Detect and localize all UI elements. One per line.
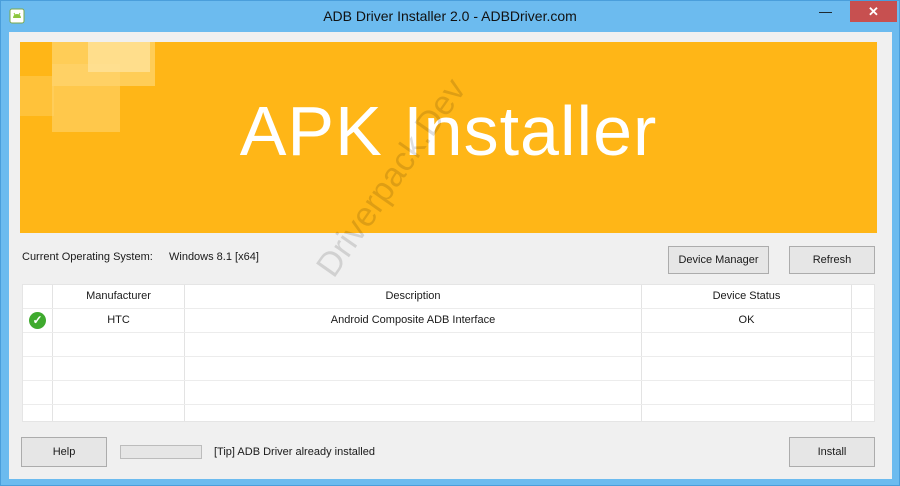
empty-cell [185, 405, 642, 421]
tip-text: [Tip] ADB Driver already installed [214, 446, 375, 458]
refresh-button[interactable]: Refresh [789, 246, 875, 274]
status-cell: ✓ [23, 309, 53, 332]
empty-cell [53, 405, 185, 421]
empty-cell [23, 357, 53, 380]
column-header-description[interactable]: Description [185, 285, 642, 308]
banner: APK Installer [20, 42, 877, 233]
empty-cell [23, 333, 53, 356]
progress-bar [120, 445, 202, 459]
empty-cell [185, 333, 642, 356]
column-header-manufacturer[interactable]: Manufacturer [53, 285, 185, 308]
check-icon: ✓ [29, 312, 46, 329]
empty-row [23, 357, 874, 381]
empty-cell [185, 357, 642, 380]
description-cell: Android Composite ADB Interface [185, 309, 642, 332]
device-table[interactable]: Manufacturer Description Device Status ✓… [22, 284, 875, 422]
os-value: Windows 8.1 [x64] [169, 251, 259, 263]
column-header-device-status[interactable]: Device Status [642, 285, 852, 308]
empty-cell [642, 405, 852, 421]
column-header-extra[interactable] [852, 285, 874, 308]
banner-decoration [88, 42, 150, 72]
table-row[interactable]: ✓ HTC Android Composite ADB Interface OK [23, 309, 874, 333]
empty-cell [23, 381, 53, 404]
device-manager-button[interactable]: Device Manager [668, 246, 769, 274]
empty-cell [852, 405, 874, 421]
device-status-cell: OK [642, 309, 852, 332]
empty-row [23, 405, 874, 421]
app-window: ADB Driver Installer 2.0 - ADBDriver.com… [0, 0, 900, 486]
empty-cell [642, 333, 852, 356]
empty-cell [852, 333, 874, 356]
close-icon: ✕ [868, 4, 879, 19]
extra-cell [852, 309, 874, 332]
os-label: Current Operating System: [22, 251, 153, 263]
help-button[interactable]: Help [21, 437, 107, 467]
table-header: Manufacturer Description Device Status [23, 285, 874, 309]
empty-cell [852, 381, 874, 404]
empty-row [23, 381, 874, 405]
empty-cell [53, 357, 185, 380]
empty-cell [53, 381, 185, 404]
window-title: ADB Driver Installer 2.0 - ADBDriver.com [323, 8, 577, 24]
close-button[interactable]: ✕ [850, 1, 897, 22]
empty-row [23, 333, 874, 357]
install-button[interactable]: Install [789, 437, 875, 467]
empty-cell [185, 381, 642, 404]
minimize-icon: — [819, 4, 832, 19]
client-area: APK Installer Current Operating System: … [9, 32, 892, 479]
empty-cell [53, 333, 185, 356]
title-bar[interactable]: ADB Driver Installer 2.0 - ADBDriver.com… [1, 1, 899, 31]
empty-cell [642, 357, 852, 380]
empty-cell [852, 357, 874, 380]
manufacturer-cell: HTC [53, 309, 185, 332]
empty-cell [642, 381, 852, 404]
empty-cell [23, 405, 53, 421]
minimize-button[interactable]: — [811, 1, 840, 22]
column-header-icon[interactable] [23, 285, 53, 308]
